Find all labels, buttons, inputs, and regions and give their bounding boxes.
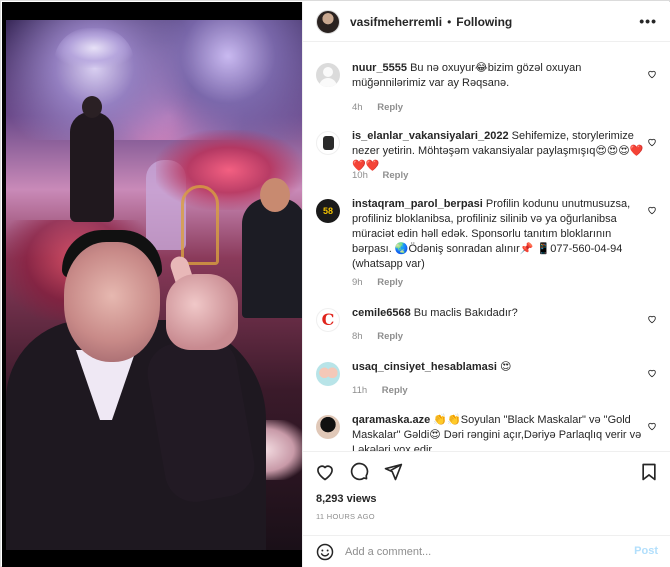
bot-avatar-icon[interactable]: [316, 131, 340, 155]
post-header: vasifmeherremli • Following •••: [303, 2, 670, 42]
comment-meta: 4h Reply: [352, 102, 415, 113]
bookmark-icon[interactable]: [639, 462, 659, 482]
main-person-face: [64, 242, 160, 362]
comment-username[interactable]: nuur_5555: [352, 62, 407, 74]
comment-time: 11h: [352, 385, 368, 396]
comment-time: 8h: [352, 331, 363, 342]
couple-avatar-icon[interactable]: [316, 362, 340, 386]
more-options-icon[interactable]: •••: [639, 13, 657, 29]
post-photo: [6, 20, 302, 550]
comment-meta: 8h Reply: [352, 331, 415, 342]
stage-lights: [6, 20, 302, 140]
author-username[interactable]: vasifmeherremli: [350, 15, 442, 29]
post-timestamp[interactable]: 11 HOURS AGO: [316, 512, 375, 521]
comment-body: nuur_5555 Bu nə oxuyur😂bizim gözəl oxuya…: [352, 61, 648, 91]
author-avatar[interactable]: [316, 9, 340, 34]
like-comment-icon[interactable]: [647, 137, 657, 147]
like-comment-icon[interactable]: [647, 314, 657, 324]
separator-dot: •: [447, 14, 452, 29]
comment-body: cemile6568 Bu maclis Bakıdadır?: [352, 306, 648, 321]
comment-body: is_elanlar_vakansiyalari_2022 Sehifemize…: [352, 129, 648, 174]
post-modal: vasifmeherremli • Following ••• nuur_555…: [0, 0, 670, 567]
post-side-panel: vasifmeherremli • Following ••• nuur_555…: [302, 2, 670, 567]
seated-man: [242, 178, 302, 318]
post-media[interactable]: [2, 2, 302, 567]
comment-meta: 11h Reply: [352, 385, 420, 396]
comment-username[interactable]: instaqram_parol_berpasi: [352, 198, 483, 210]
comment-body: usaq_cinsiyet_hesablamasi 😍: [352, 360, 648, 375]
default-avatar-icon[interactable]: [316, 63, 340, 87]
comment-text: 😍: [499, 361, 512, 373]
comment-username[interactable]: usaq_cinsiyet_hesablamasi: [352, 361, 497, 373]
comment-username[interactable]: qaramaska.aze: [352, 414, 430, 426]
following-button[interactable]: Following: [456, 15, 512, 29]
comment-time: 4h: [352, 102, 363, 113]
post-footer: 8,293 views 11 HOURS AGO Post: [303, 451, 670, 567]
comments-list[interactable]: nuur_5555 Bu nə oxuyur😂bizim gözəl oxuya…: [303, 43, 670, 451]
like-comment-icon[interactable]: [647, 205, 657, 215]
reply-button[interactable]: Reply: [383, 170, 409, 181]
mask-avatar-icon[interactable]: [316, 415, 340, 439]
like-comment-icon[interactable]: [647, 368, 657, 378]
action-bar: [315, 462, 403, 482]
reply-button[interactable]: Reply: [377, 331, 403, 342]
reply-button[interactable]: Reply: [377, 277, 403, 288]
comment-meta: 9h Reply: [352, 277, 415, 288]
thumbs-up-hand: [166, 274, 238, 350]
post-button[interactable]: Post: [634, 545, 658, 557]
view-count[interactable]: 8,293 views: [316, 493, 377, 505]
like-comment-icon[interactable]: [647, 69, 657, 79]
comment-text: Bu maclis Bakıdadır?: [413, 307, 518, 319]
comment-username[interactable]: is_elanlar_vakansiyalari_2022: [352, 130, 509, 142]
comment-input[interactable]: [345, 543, 625, 561]
comment-time: 9h: [352, 277, 363, 288]
comment-icon[interactable]: [349, 462, 369, 482]
background-person: [70, 96, 114, 222]
reply-button[interactable]: Reply: [377, 102, 403, 113]
comment-time: 10h: [352, 170, 368, 181]
share-icon[interactable]: [383, 462, 403, 482]
add-comment-row: Post: [303, 535, 670, 567]
letter-c-avatar-icon[interactable]: C: [316, 308, 340, 332]
like-comment-icon[interactable]: [647, 421, 657, 431]
comment-body: instaqram_parol_berpasi Profilin kodunu …: [352, 197, 648, 272]
comment-meta: 10h Reply: [352, 170, 420, 181]
gold-chair: [181, 185, 219, 265]
comment-username[interactable]: cemile6568: [352, 307, 411, 319]
comment-body: qaramaska.aze 👏👏Soyulan "Black Maskalar"…: [352, 413, 648, 451]
reply-button[interactable]: Reply: [382, 385, 408, 396]
emoji-icon[interactable]: [316, 543, 334, 561]
logo-58-avatar-icon[interactable]: 58: [316, 199, 340, 223]
heart-icon[interactable]: [315, 462, 335, 482]
